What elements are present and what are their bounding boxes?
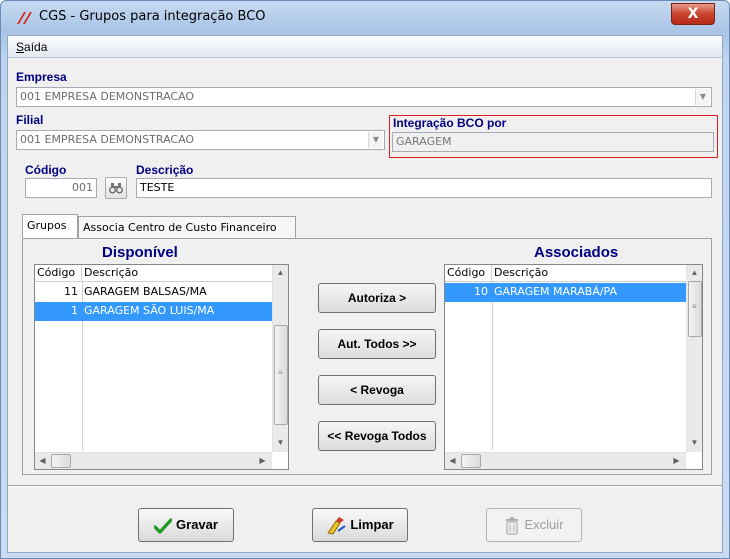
integracao-field: GARAGEM [392, 132, 714, 152]
vertical-scrollbar[interactable]: ▲ ≡ ▼ [686, 265, 702, 452]
autoriza-todos-button[interactable]: Aut. Todos >> [318, 329, 436, 359]
client-area: Saída Empresa 001 EMPRESA DEMONSTRACAO ▼… [7, 35, 723, 553]
autoriza-button[interactable]: Autoriza > [318, 283, 436, 313]
revoga-button[interactable]: < Revoga [318, 375, 436, 405]
scroll-up-icon[interactable]: ▲ [273, 265, 288, 280]
cell-descricao: GARAGEM SÃO LUIS/MA [84, 304, 215, 317]
associados-title: Associados [534, 244, 619, 261]
scroll-right-icon[interactable]: ▶ [255, 453, 270, 468]
eraser-icon [327, 516, 346, 535]
filial-select[interactable]: 001 EMPRESA DEMONSTRACAO ▼ [16, 130, 385, 150]
column-header-codigo[interactable]: Código [35, 265, 82, 282]
grip-icon: ≡ [278, 368, 283, 377]
disponivel-grid[interactable]: Código Descrição 11 GARAGEM BALSAS/MA 1 … [34, 264, 289, 470]
cell-descricao: GARAGEM BALSAS/MA [84, 285, 207, 298]
associados-grid-header: Código Descrição [445, 265, 686, 282]
scroll-thumb[interactable] [461, 454, 481, 468]
binoculars-icon [109, 183, 123, 194]
chevron-down-icon[interactable]: ▼ [368, 132, 383, 148]
horizontal-scrollbar[interactable]: ◀ ▶ [445, 452, 686, 469]
cell-descricao: GARAGEM MARABÁ/PA [494, 285, 618, 298]
vertical-scrollbar[interactable]: ▲ ≡ ▼ [272, 265, 288, 452]
scroll-up-icon[interactable]: ▲ [687, 265, 702, 280]
cell-codigo: 10 [474, 285, 488, 298]
excluir-button[interactable]: Excluir [486, 508, 582, 542]
descricao-value: TESTE [140, 181, 175, 194]
menu-bar: Saída [8, 36, 722, 58]
column-header-descricao[interactable]: Descrição [492, 265, 686, 282]
title-bar[interactable]: CGS - Grupos para integração BCO X [1, 1, 729, 35]
revoga-todos-button[interactable]: << Revoga Todos [318, 421, 436, 451]
limpar-button[interactable]: Limpar [312, 508, 408, 542]
scroll-thumb[interactable]: ≡ [274, 325, 288, 425]
search-button[interactable] [105, 177, 127, 199]
descricao-label: Descrição [136, 163, 194, 177]
codigo-value: 001 [72, 181, 93, 194]
horizontal-scrollbar[interactable]: ◀ ▶ [35, 452, 272, 469]
scroll-down-icon[interactable]: ▼ [273, 435, 288, 450]
app-logo-icon [17, 12, 32, 24]
empresa-label: Empresa [16, 70, 67, 84]
scroll-down-icon[interactable]: ▼ [687, 435, 702, 450]
table-row[interactable]: 11 GARAGEM BALSAS/MA [35, 283, 272, 302]
autoriza-label: Autoriza > [347, 291, 407, 305]
column-header-codigo[interactable]: Código [445, 265, 492, 282]
column-divider [492, 282, 493, 450]
tab-panel-grupos: Disponível Código Descrição 11 GARAGEM B… [22, 238, 712, 475]
gravar-label: Gravar [176, 517, 218, 532]
checkmark-icon [154, 517, 173, 534]
trash-icon [506, 516, 519, 535]
grip-icon: ≡ [692, 302, 697, 311]
window-title: CGS - Grupos para integração BCO [39, 9, 266, 24]
codigo-label: Código [25, 163, 67, 177]
scroll-left-icon[interactable]: ◀ [35, 453, 50, 468]
codigo-input[interactable]: 001 [25, 178, 97, 198]
cell-codigo: 1 [71, 304, 78, 317]
excluir-label: Excluir [524, 517, 564, 532]
integracao-label: Integração BCO por [393, 116, 507, 130]
scroll-thumb[interactable]: ≡ [688, 281, 702, 337]
menu-item-saida[interactable]: Saída [16, 40, 47, 54]
table-row-selected[interactable]: 1 GARAGEM SÃO LUIS/MA [35, 302, 272, 321]
integracao-value: GARAGEM [396, 135, 452, 148]
close-button[interactable]: X [671, 3, 715, 25]
empresa-select[interactable]: 001 EMPRESA DEMONSTRACAO ▼ [16, 87, 712, 107]
disponivel-title: Disponível [102, 244, 178, 261]
table-row-selected[interactable]: 10 GARAGEM MARABÁ/PA [445, 283, 686, 302]
empresa-value: 001 EMPRESA DEMONSTRACAO [20, 90, 195, 103]
scroll-thumb[interactable] [51, 454, 71, 468]
filial-label: Filial [16, 113, 44, 127]
gravar-button[interactable]: Gravar [138, 508, 234, 542]
cell-codigo: 11 [64, 285, 78, 298]
bottom-separator [8, 485, 722, 487]
scroll-right-icon[interactable]: ▶ [669, 453, 684, 468]
main-window: CGS - Grupos para integração BCO X Saída… [0, 0, 730, 559]
chevron-down-icon[interactable]: ▼ [695, 89, 710, 105]
menu-item-saida-rest: aída [24, 40, 48, 54]
disponivel-grid-header: Código Descrição [35, 265, 272, 282]
column-header-descricao[interactable]: Descrição [82, 265, 272, 282]
scroll-left-icon[interactable]: ◀ [445, 453, 460, 468]
limpar-label: Limpar [350, 517, 394, 532]
associados-grid[interactable]: Código Descrição 10 GARAGEM MARABÁ/PA ▲ … [444, 264, 703, 470]
tab-associa-centro-custo[interactable]: Associa Centro de Custo Financeiro [78, 216, 296, 238]
tab-grupos[interactable]: Grupos [22, 214, 78, 238]
descricao-input[interactable]: TESTE [136, 178, 712, 198]
filial-value: 001 EMPRESA DEMONSTRACAO [20, 133, 195, 146]
